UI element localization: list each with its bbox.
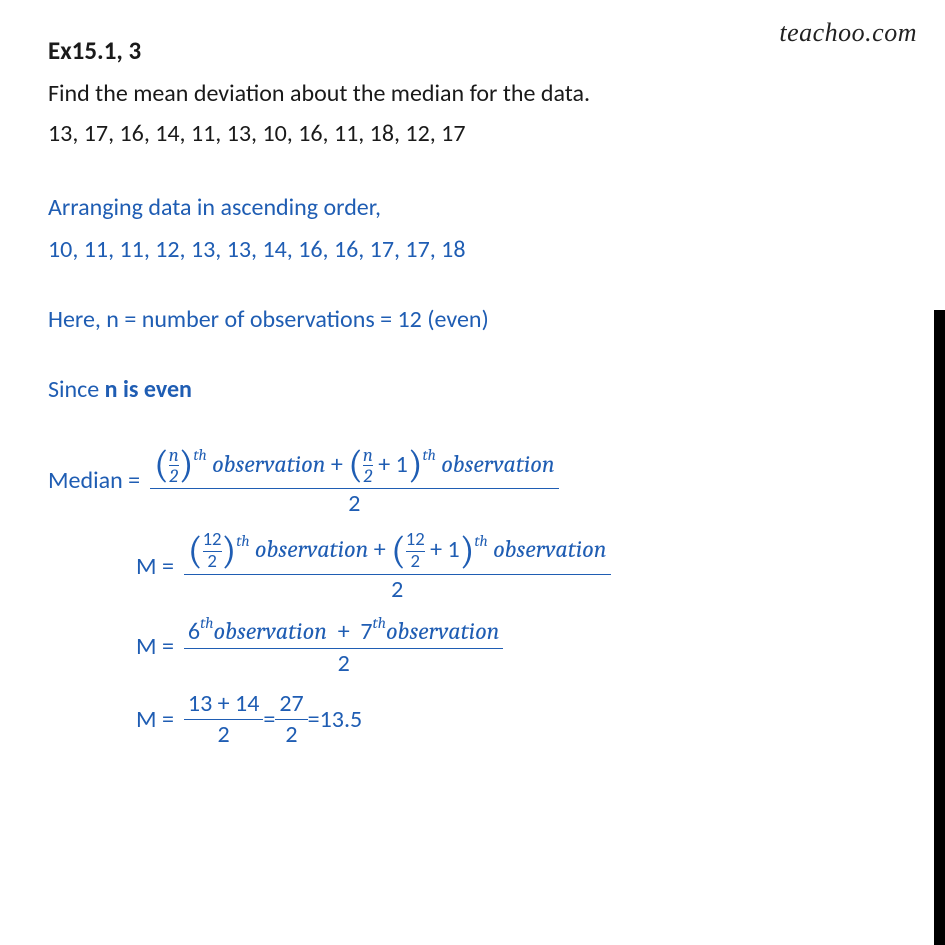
- median-formula-generic: Median = (n2)th observation + (n2 + 1)th…: [48, 446, 852, 518]
- median-formula-substituted: M = (122)th observation + (122 + 1)th ob…: [136, 531, 852, 603]
- question-text: Find the mean deviation about the median…: [48, 76, 852, 112]
- watermark: teachoo.com: [779, 18, 917, 48]
- question-data: 13, 17, 16, 14, 11, 13, 10, 16, 11, 18, …: [48, 116, 852, 152]
- document-page: Ex15.1, 3 Find the mean deviation about …: [0, 0, 900, 791]
- solution-body: Arranging data in ascending order, 10, 1…: [48, 190, 852, 749]
- arranging-label: Arranging data in ascending order,: [48, 190, 852, 226]
- arranged-data: 10, 11, 11, 12, 13, 13, 14, 16, 16, 17, …: [48, 232, 852, 268]
- median-formula-positions: M = 6thobservation + 7thobservation 2: [136, 617, 852, 677]
- exercise-title: Ex15.1, 3: [48, 32, 852, 70]
- n-line: Here, n = number of observations = 12 (e…: [48, 302, 852, 338]
- median-formula-result: M = 13 + 14 2 = 27 2 = 13.5: [136, 691, 852, 749]
- right-border-strip: [934, 0, 945, 945]
- since-line: Since n is even: [48, 372, 852, 408]
